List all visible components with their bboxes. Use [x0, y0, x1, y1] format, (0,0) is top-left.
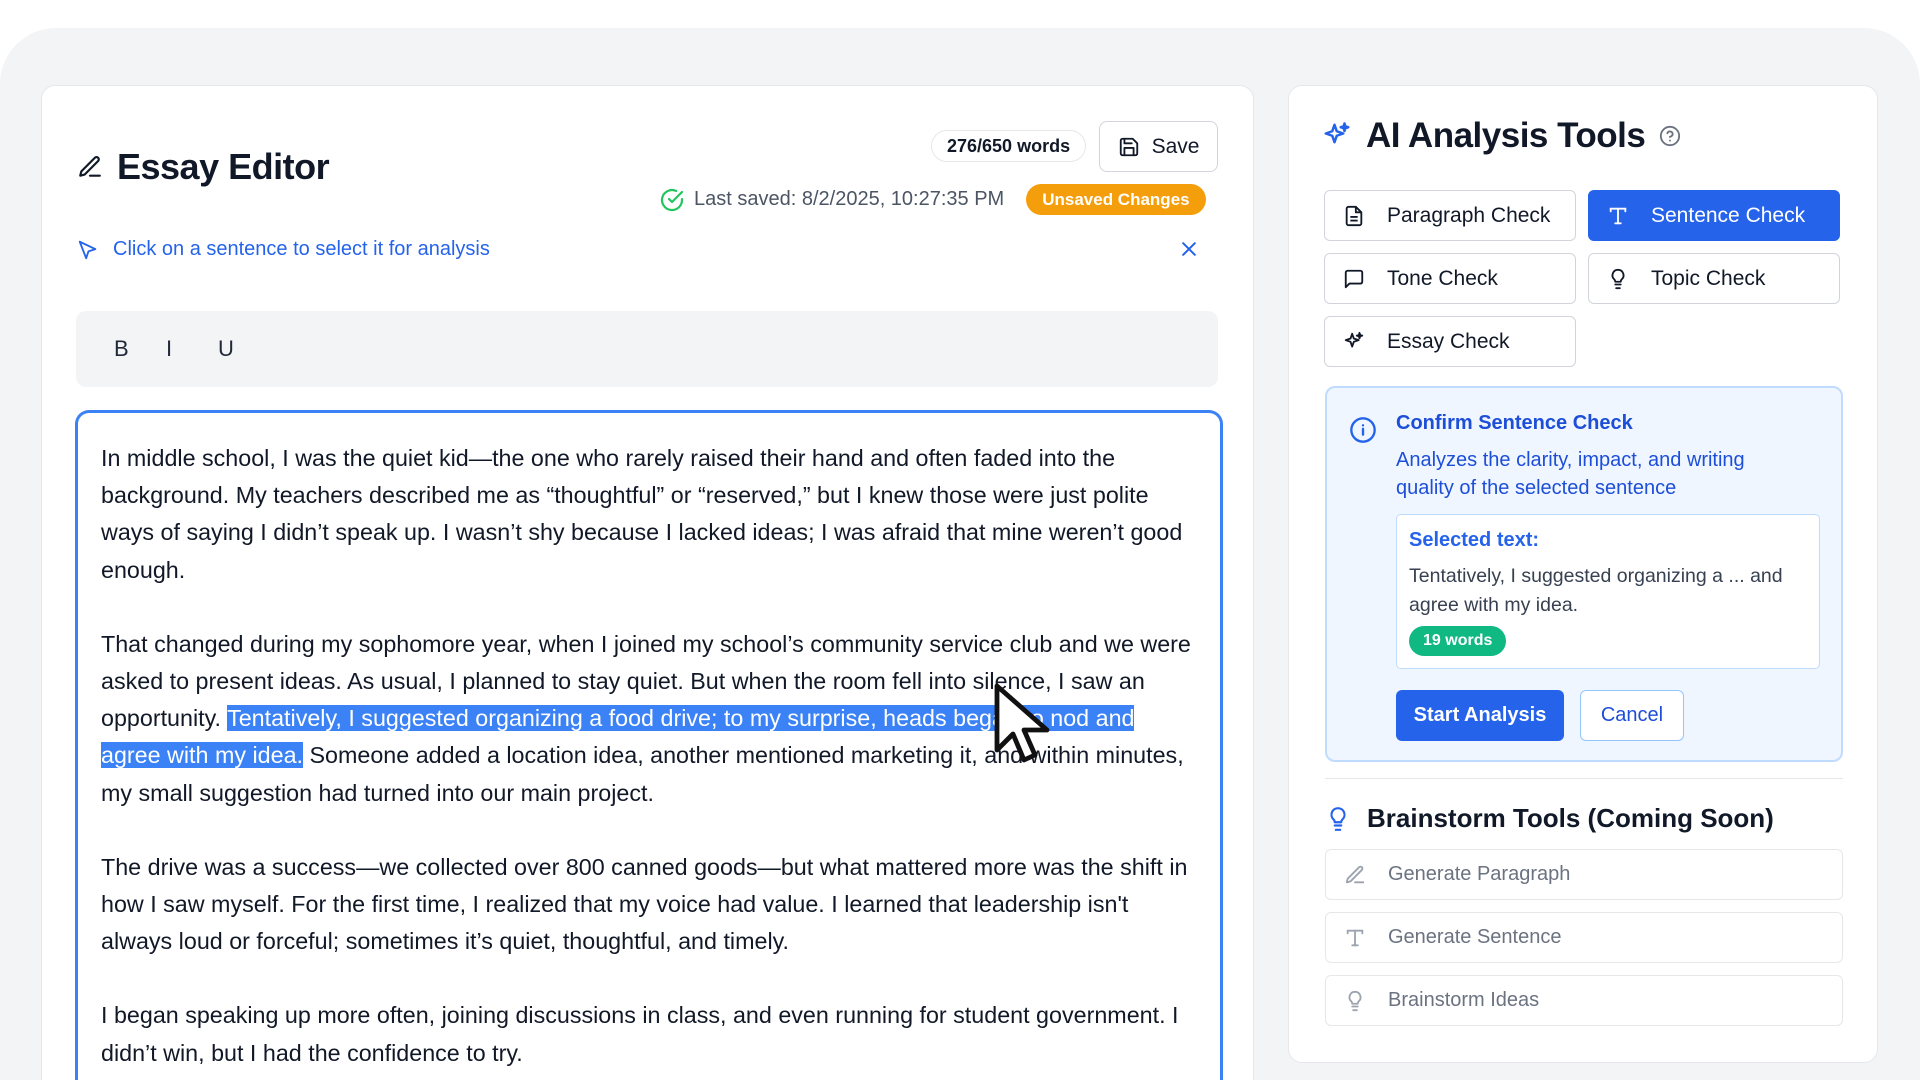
ai-tools-panel: AI Analysis Tools Paragraph Check Senten…	[1288, 85, 1878, 1063]
page-title: Essay Editor	[117, 146, 330, 187]
topic-check-label: Topic Check	[1651, 266, 1766, 290]
pencil-icon	[77, 154, 103, 180]
sentence-check-button[interactable]: Sentence Check	[1588, 190, 1840, 241]
brainstorm-header: Brainstorm Tools (Coming Soon)	[1325, 803, 1774, 834]
underline-button[interactable]: U	[218, 336, 270, 362]
text-type-icon	[1607, 205, 1629, 227]
generate-paragraph-label: Generate Paragraph	[1388, 863, 1571, 885]
confirm-description: Analyzes the clarity, impact, and writin…	[1396, 449, 1745, 499]
close-hint-button[interactable]	[1176, 236, 1202, 262]
tone-check-label: Tone Check	[1387, 266, 1498, 290]
unsaved-changes-badge: Unsaved Changes	[1026, 184, 1206, 215]
save-button[interactable]: Save	[1099, 121, 1218, 172]
divider	[1325, 778, 1843, 779]
ai-tools-header: AI Analysis Tools	[1322, 116, 1681, 156]
bold-button[interactable]: B	[114, 336, 166, 362]
editor-panel: Essay Editor 276/650 words Save Last sav…	[41, 85, 1254, 1080]
generate-paragraph-button[interactable]: Generate Paragraph	[1325, 849, 1843, 900]
lightbulb-icon	[1344, 990, 1366, 1012]
italic-button[interactable]: I	[166, 336, 218, 362]
topic-check-button[interactable]: Topic Check	[1588, 253, 1840, 304]
sparkles-icon	[1322, 121, 1352, 151]
sentence-check-label: Sentence Check	[1651, 203, 1806, 227]
close-icon	[1179, 239, 1199, 259]
save-status: Last saved: 8/2/2025, 10:27:35 PM Unsave…	[660, 184, 1206, 215]
ai-tools-title: AI Analysis Tools	[1366, 116, 1646, 155]
text-type-icon	[1344, 927, 1366, 949]
brainstorm-ideas-button[interactable]: Brainstorm Ideas	[1325, 975, 1843, 1026]
check-circle-icon	[660, 188, 684, 212]
editor-header: Essay Editor	[77, 146, 330, 188]
essay-check-label: Essay Check	[1387, 329, 1510, 353]
sparkles-icon	[1343, 331, 1365, 353]
info-icon	[1349, 416, 1377, 444]
app-background: Essay Editor 276/650 words Save Last sav…	[0, 28, 1920, 1080]
selected-text-preview: Tentatively, I suggested organizing a ..…	[1409, 565, 1783, 616]
last-saved-text: Last saved: 8/2/2025, 10:27:35 PM	[694, 188, 1005, 210]
paragraph-3[interactable]: The drive was a success—we collected ove…	[101, 849, 1197, 961]
paragraph-check-label: Paragraph Check	[1387, 203, 1551, 227]
cancel-button[interactable]: Cancel	[1580, 690, 1684, 741]
pointer-icon	[77, 239, 99, 261]
paragraph-4[interactable]: I began speaking up more often, joining …	[101, 997, 1197, 1071]
pencil-icon	[1344, 864, 1366, 886]
tone-check-button[interactable]: Tone Check	[1324, 253, 1576, 304]
generate-sentence-label: Generate Sentence	[1388, 926, 1562, 948]
word-count-badge: 276/650 words	[931, 130, 1087, 162]
save-button-label: Save	[1151, 134, 1200, 158]
help-icon[interactable]	[1659, 125, 1681, 147]
lightbulb-icon	[1325, 806, 1351, 832]
brainstorm-ideas-label: Brainstorm Ideas	[1388, 989, 1540, 1011]
selected-text-label: Selected text:	[1409, 529, 1540, 551]
document-icon	[1343, 205, 1365, 227]
brainstorm-title: Brainstorm Tools (Coming Soon)	[1367, 803, 1774, 833]
selection-hint: Click on a sentence to select it for ana…	[77, 238, 490, 261]
paragraph-check-button[interactable]: Paragraph Check	[1324, 190, 1576, 241]
hint-text: Click on a sentence to select it for ana…	[113, 238, 490, 260]
start-analysis-button[interactable]: Start Analysis	[1396, 690, 1564, 741]
lightbulb-icon	[1607, 268, 1629, 290]
save-icon	[1118, 136, 1140, 158]
selected-text-box: Selected text: Tentatively, I suggested …	[1396, 514, 1820, 669]
format-toolbar: B I U	[76, 311, 1218, 387]
mouse-cursor-icon	[993, 682, 1059, 768]
word-count-badge: 19 words	[1409, 626, 1507, 656]
paragraph-1[interactable]: In middle school, I was the quiet kid—th…	[101, 440, 1197, 589]
message-square-icon	[1343, 268, 1365, 290]
confirm-dialog: Confirm Sentence Check Analyzes the clar…	[1325, 386, 1843, 762]
essay-check-button[interactable]: Essay Check	[1324, 316, 1576, 367]
generate-sentence-button[interactable]: Generate Sentence	[1325, 912, 1843, 963]
confirm-title: Confirm Sentence Check	[1396, 412, 1633, 434]
